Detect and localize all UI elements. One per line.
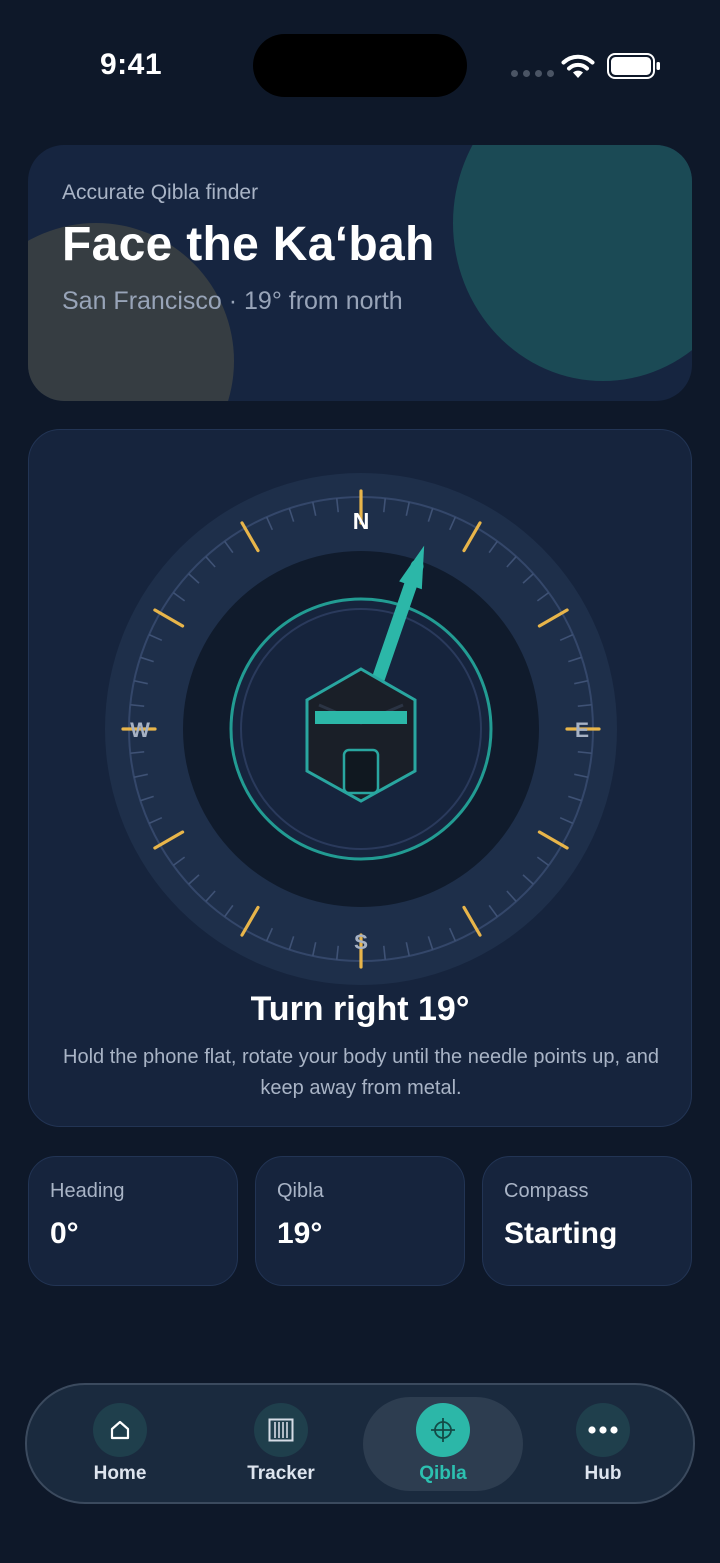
qibla-screen: 9:41 Accurate Qibla finder Face the Ka‘b…: [0, 0, 720, 1563]
tab-label: Qibla: [419, 1463, 467, 1484]
status-time: 9:41: [100, 48, 163, 81]
tab-home[interactable]: Home: [40, 1385, 200, 1502]
turn-instruction-title: Turn right 19°: [250, 990, 470, 1028]
home-icon: [93, 1403, 147, 1457]
battery-icon: [607, 53, 660, 79]
location-subtitle: San Francisco · 19° from north: [62, 287, 403, 315]
tab-label: Tracker: [247, 1463, 315, 1484]
tab-label: Home: [93, 1463, 147, 1484]
stat-label: Compass: [504, 1180, 589, 1202]
qibla-compass[interactable]: N E S W: [105, 473, 617, 985]
tab-label: Hub: [584, 1463, 622, 1484]
stat-label: Heading: [50, 1180, 125, 1202]
compass-card: N E S W Turn right 19° Hold the phone fl…: [28, 429, 692, 1127]
north-label: N: [353, 508, 370, 534]
wifi-icon: [561, 54, 595, 78]
east-label: E: [575, 719, 589, 742]
calibration-hint: Hold the phone flat, rotate your body un…: [63, 1046, 659, 1099]
heading-stat-card: Heading 0°: [28, 1156, 238, 1286]
stat-label: Qibla: [277, 1180, 324, 1202]
qibla-stat-card: Qibla 19°: [255, 1156, 465, 1286]
bottom-tab-bar: Home Tracker Qibla Hub: [25, 1383, 695, 1504]
compass-stat-card: Compass Starting: [482, 1156, 692, 1286]
stat-value: Starting: [504, 1217, 618, 1250]
header-card: Accurate Qibla finder Face the Ka‘bah Sa…: [28, 145, 692, 401]
crosshair-icon: [416, 1403, 470, 1457]
west-label: W: [130, 719, 150, 742]
cellular-signal-icon: [511, 70, 554, 77]
page-title: Face the Ka‘bah: [62, 218, 435, 271]
south-label: S: [354, 931, 368, 954]
stat-value: 0°: [50, 1217, 79, 1250]
tab-tracker[interactable]: Tracker: [201, 1385, 361, 1502]
stat-value: 19°: [277, 1217, 323, 1250]
header-eyebrow: Accurate Qibla finder: [62, 181, 259, 204]
more-icon: [576, 1403, 630, 1457]
tracker-icon: [254, 1403, 308, 1457]
decorative-blob: [453, 145, 692, 381]
dynamic-island: [253, 34, 467, 97]
tab-qibla[interactable]: Qibla: [363, 1385, 523, 1502]
tab-hub[interactable]: Hub: [523, 1385, 683, 1502]
